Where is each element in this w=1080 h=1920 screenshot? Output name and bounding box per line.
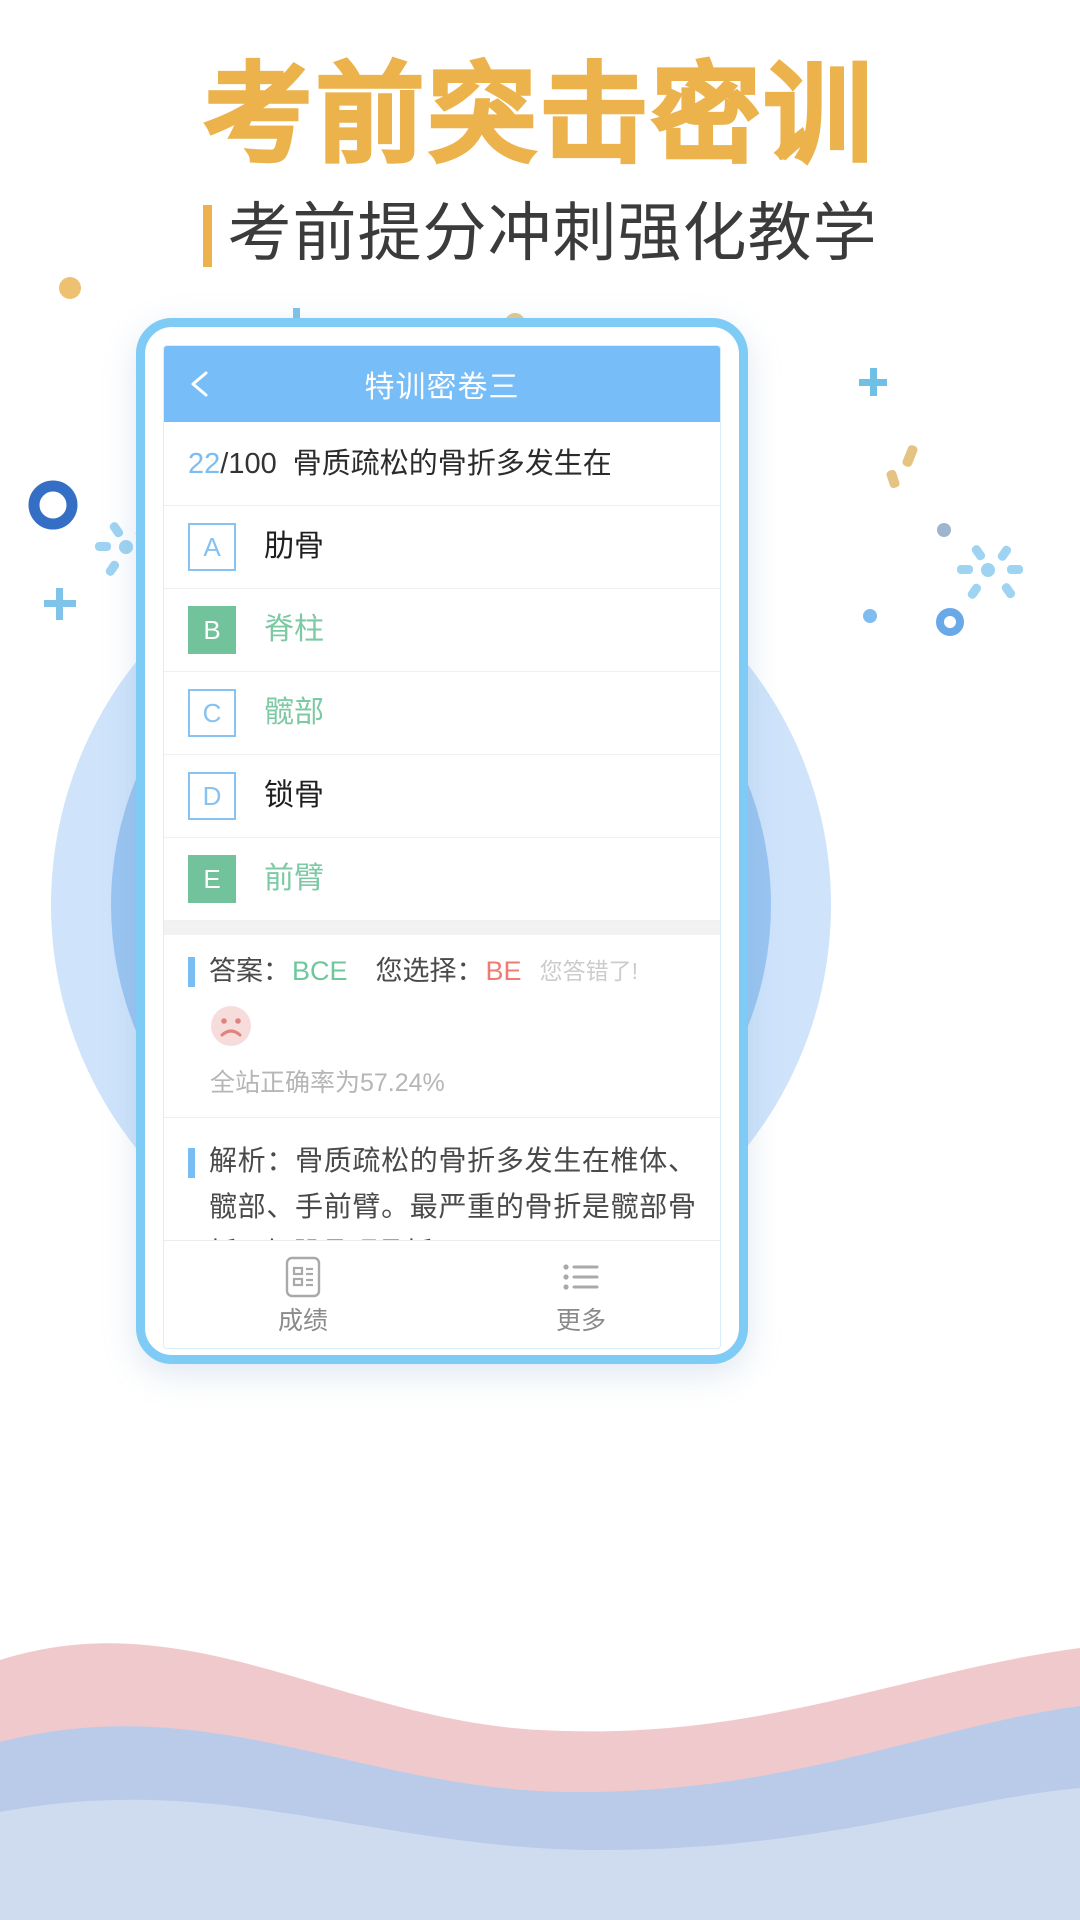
option-badge-d: D [188,771,236,820]
list-lines-icon [563,1264,599,1290]
option-row-d[interactable]: D 锁骨 [164,755,720,838]
dot-gray-1 [937,523,951,537]
option-row-a[interactable]: A 肋骨 [164,506,720,589]
tab-more-label: 更多 [555,1307,606,1335]
section-divider [164,920,720,935]
dot-blue-4 [863,609,877,623]
report-document-icon [285,1256,321,1298]
explanation-block: 解析：骨质疏松的骨折多发生在椎体、髋部、手前臂。最严重的骨折是髋部骨折，如股骨颈… [164,1118,720,1240]
option-badge-c: C [188,688,236,737]
subhead-accent-bar [202,205,212,267]
explanation-label: 解析： [209,1144,296,1176]
answer-value: BCE [292,956,348,987]
question-stem-row: 22/100 骨质疏松的骨折多发生在 [164,422,720,506]
tab-score-label: 成绩 [277,1307,328,1335]
explanation-text: 解析：骨质疏松的骨折多发生在椎体、髋部、手前臂。最严重的骨折是髋部骨折，如股骨颈… [209,1138,696,1240]
accuracy-rate: 全站正确率为57.24% [210,1068,445,1097]
option-label-d: 锁骨 [264,778,324,812]
question-total: /100 [220,448,277,480]
sad-face-icon [211,1005,251,1046]
tab-score[interactable]: 成绩 [164,1255,442,1334]
dot-ring-1 [28,480,78,530]
phone-frame: 特训密卷三 22/100 骨质疏松的骨折多发生在 A 肋骨 B 脊柱 C 髋部 D… [136,318,748,1364]
explanation-accent-bar [188,1147,195,1178]
your-choice-value: BE [485,956,522,987]
answer-block: 答案： BCE 您选择： BE 您答错了! 全站正确率为57.24% [164,935,720,1118]
tab-more[interactable]: 更多 [442,1255,720,1334]
explanation-row: 解析：骨质疏松的骨折多发生在椎体、髋部、手前臂。最严重的骨折是髋部骨折，如股骨颈… [188,1138,696,1240]
option-label-c: 髋部 [264,695,324,729]
question-text: 骨质疏松的骨折多发生在 [292,448,612,480]
confetti-yellow [886,445,918,489]
poster-subhead: 考前提分冲刺强化教学 [227,197,878,269]
option-badge-b: B [188,605,236,654]
sparkle-right [957,545,1023,599]
result-text: 您答错了! [539,958,638,985]
bottom-tabbar: 成绩 更多 [164,1240,720,1348]
poster-headline-block: 考前突击密训 考前提分冲刺强化教学 [0,0,1080,300]
plus-mark-3 [859,368,887,396]
answer-accent-bar [188,956,195,987]
option-row-c[interactable]: C 髋部 [164,672,720,755]
option-label-a: 肋骨 [264,529,324,563]
option-list: A 肋骨 B 脊柱 C 髋部 D 锁骨 E 前臂 [164,506,720,921]
app-header: 特训密卷三 [164,346,720,422]
phone-screen: 特训密卷三 22/100 骨质疏松的骨折多发生在 A 肋骨 B 脊柱 C 髋部 D… [163,345,721,1349]
option-row-e[interactable]: E 前臂 [164,838,720,921]
option-badge-e: E [188,854,236,903]
answer-label: 答案： [209,956,290,987]
question-index: 22 [188,448,221,480]
dot-blue-3 [936,608,964,636]
option-badge-a: A [188,522,236,571]
your-choice-label: 您选择： [375,956,484,987]
poster-headline: 考前突击密训 [202,52,876,180]
poster-subhead-row: 考前提分冲刺强化教学 [0,199,1080,267]
option-label-e: 前臂 [264,861,324,895]
chevron-left-icon[interactable] [186,369,216,399]
plus-mark-2 [44,588,76,620]
answer-line: 答案： BCE 您选择： BE 您答错了! [188,956,696,987]
option-row-b[interactable]: B 脊柱 [164,589,720,672]
app-title: 特训密卷三 [364,371,520,404]
option-label-b: 脊柱 [264,612,324,646]
